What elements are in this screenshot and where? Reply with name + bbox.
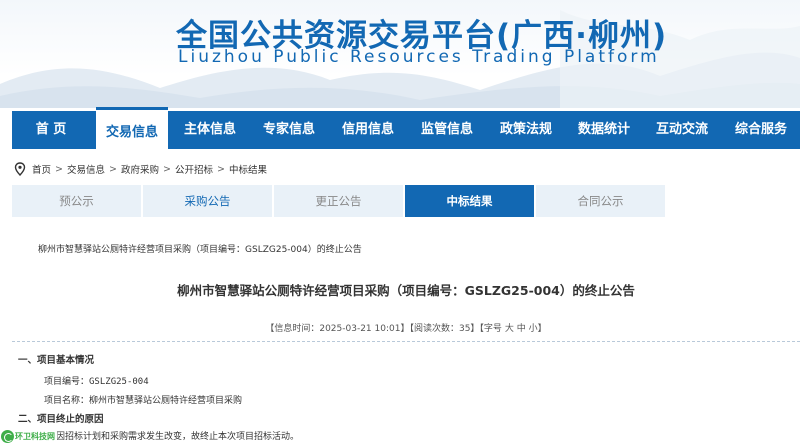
font-size-label: 【字号	[479, 324, 502, 334]
font-size-small[interactable]: 小	[529, 324, 538, 334]
nav-credit-info[interactable]: 信用信息	[330, 111, 406, 149]
nav-statistics[interactable]: 数据统计	[566, 111, 642, 149]
tab-contract-publicity[interactable]: 合同公示	[536, 185, 665, 217]
breadcrumb-separator: >	[162, 163, 171, 175]
site-header: 全国公共资源交易平台(广西·柳州) Liuzhou Public Resourc…	[0, 0, 800, 108]
font-size-medium[interactable]: 中	[517, 324, 526, 334]
site-subtitle: Liuzhou Public Resources Trading Platfor…	[178, 47, 660, 67]
breadcrumb-open-tender[interactable]: 公开招标	[175, 162, 213, 176]
section-basic-info: 一、项目基本情况	[18, 355, 95, 366]
view-count: 【阅读次数：35】	[409, 324, 480, 334]
env-tech-logo-icon	[1, 430, 14, 443]
location-pin-icon	[14, 162, 26, 176]
notice-title: 柳州市智慧驿站公厕特许经营项目采购（项目编号：GSLZG25-004）的终止公告	[177, 283, 635, 298]
nav-services[interactable]: 综合服务	[722, 111, 800, 149]
termination-reason-text: 因招标计划和采购需求发生改变，故终止本次项目招标活动。	[56, 432, 300, 442]
publish-time: 【信息时间：2025-03-21 10:01】	[265, 324, 410, 334]
section-termination-reason: 二、项目终止的原因	[18, 414, 104, 425]
nav-trading-info[interactable]: 交易信息	[96, 107, 168, 151]
breadcrumb-separator: >	[109, 163, 117, 175]
font-size-large[interactable]: 大	[505, 324, 514, 334]
tab-correction-notice[interactable]: 更正公告	[274, 185, 403, 217]
nav-entity-info[interactable]: 主体信息	[172, 111, 248, 149]
project-code-row: 项目编号：GSLZG25-004	[44, 374, 149, 387]
tab-pre-publicity[interactable]: 预公示	[12, 185, 141, 217]
project-name-value: 柳州市智慧驿站公厕特许经营项目采购	[89, 396, 243, 406]
tab-procurement-notice[interactable]: 采购公告	[143, 185, 272, 217]
breadcrumb-award-result[interactable]: 中标结果	[229, 162, 267, 176]
project-name-row: 项目名称：柳州市智慧驿站公厕特许经营项目采购	[44, 393, 242, 406]
nav-home[interactable]: 首 页	[12, 111, 90, 149]
notice-tabs: 预公示 采购公告 更正公告 中标结果 合同公示	[12, 185, 665, 217]
breadcrumb-home[interactable]: 首页	[32, 162, 51, 176]
notice-content: 柳州市智慧驿站公厕特许经营项目采购（项目编号：GSLZG25-004）的终止公告…	[12, 218, 800, 444]
watermark-badge: 环卫科技网	[0, 429, 57, 444]
project-name-label: 项目名称：	[44, 396, 90, 406]
breadcrumb-gov-procurement[interactable]: 政府采购	[121, 162, 159, 176]
nav-supervision-info[interactable]: 监管信息	[408, 111, 486, 149]
font-size-close: 】	[537, 324, 547, 334]
nav-interaction[interactable]: 互动交流	[644, 111, 720, 149]
badge-text: 环卫科技网	[15, 432, 55, 441]
notice-small-title[interactable]: 柳州市智慧驿站公厕特许经营项目采购（项目编号：GSLZG25-004）的终止公告	[38, 242, 362, 255]
notice-meta: 【信息时间：2025-03-21 10:01】【阅读次数：35】【字号 大 中 …	[12, 321, 800, 334]
breadcrumb: 首页 > 交易信息 > 政府采购 > 公开招标 > 中标结果	[14, 160, 267, 178]
tab-award-result[interactable]: 中标结果	[405, 185, 534, 217]
breadcrumb-separator: >	[216, 163, 225, 175]
breadcrumb-separator: >	[55, 163, 63, 175]
project-code-label: 项目编号：	[44, 377, 90, 387]
project-code-value: GSLZG25-004	[89, 377, 149, 387]
nav-expert-info[interactable]: 专家信息	[250, 111, 328, 149]
divider	[12, 341, 800, 342]
main-nav: 首 页 交易信息 主体信息 专家信息 信用信息 监管信息 政策法规 数据统计 互…	[12, 107, 800, 151]
breadcrumb-trading-info[interactable]: 交易信息	[67, 162, 105, 176]
nav-policies[interactable]: 政策法规	[488, 111, 564, 149]
